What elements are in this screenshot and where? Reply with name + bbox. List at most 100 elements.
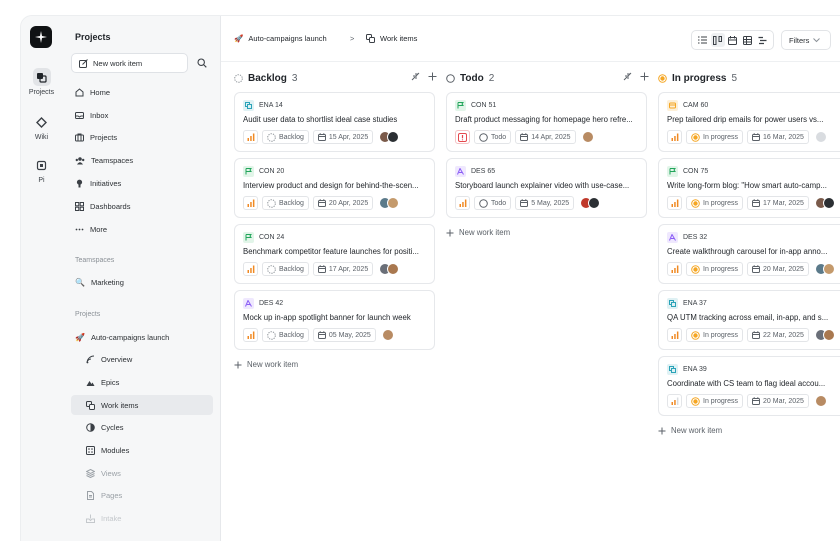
priority-icon[interactable] — [667, 262, 682, 276]
assignees[interactable] — [814, 131, 827, 143]
calendar-layout-icon[interactable] — [726, 33, 740, 47]
sidebar-item-modules[interactable]: Modules — [71, 440, 213, 460]
due-date[interactable]: 17 Mar, 2025 — [747, 196, 809, 210]
due-date[interactable]: 16 Mar, 2025 — [747, 130, 809, 144]
search-button[interactable] — [192, 53, 212, 73]
work-item-card[interactable]: DES 42 Mock up in-app spotlight banner fo… — [234, 290, 435, 350]
state-dropdown[interactable]: In progress — [686, 262, 744, 276]
work-item-card[interactable]: CON 24 Benchmark competitor feature launc… — [234, 224, 435, 284]
rail-item-pi[interactable]: Pi — [21, 156, 62, 184]
priority-icon[interactable] — [667, 394, 682, 408]
sidebar-item-inbox[interactable]: Inbox — [71, 105, 213, 125]
new-work-item-button[interactable]: New work item — [71, 53, 188, 73]
state-dropdown[interactable]: Backlog — [262, 328, 309, 342]
sidebar-item-epics[interactable]: Epics — [71, 372, 213, 392]
urgent-priority-icon[interactable] — [455, 130, 470, 144]
sidebar-item-projects[interactable]: Projects — [71, 127, 213, 147]
breadcrumb-project[interactable]: 🚀 Auto-campaigns launch — [234, 34, 327, 43]
collapse-icon[interactable] — [623, 72, 632, 84]
state-dropdown[interactable]: In progress — [686, 196, 744, 210]
assignees[interactable] — [379, 197, 400, 209]
add-work-item-button[interactable]: New work item — [658, 426, 722, 435]
add-icon[interactable] — [428, 72, 437, 84]
priority-icon[interactable] — [667, 328, 682, 342]
sidebar-item-initiatives[interactable]: Initiatives — [71, 173, 213, 193]
sidebar-item-more[interactable]: More — [71, 219, 213, 239]
state-icon — [691, 396, 700, 406]
assignees[interactable] — [581, 131, 594, 143]
sidebar-item-cycles[interactable]: Cycles — [71, 417, 213, 437]
work-item-card[interactable]: DES 65 Storyboard launch explainer video … — [446, 158, 647, 218]
work-item-card[interactable]: CON 20 Interview product and design for b… — [234, 158, 435, 218]
sidebar-item-project[interactable]: 🚀 Auto-campaigns launch — [71, 327, 213, 347]
due-date[interactable]: 20 Mar, 2025 — [747, 262, 809, 276]
due-date[interactable]: 20 Mar, 2025 — [747, 394, 809, 408]
rail-item-wiki[interactable]: Wiki — [21, 113, 62, 141]
sidebar-item-marketing[interactable]: 🔍 Marketing — [71, 272, 213, 292]
kanban-layout-icon[interactable] — [710, 33, 725, 47]
breadcrumb-work-items[interactable]: Work items — [366, 34, 417, 43]
state-dropdown[interactable]: Todo — [474, 130, 512, 144]
list-layout-icon[interactable] — [696, 33, 710, 47]
work-item-card[interactable]: DES 32 Create walkthrough carousel for in… — [658, 224, 840, 284]
sidebar-item-views[interactable]: Views — [71, 463, 213, 483]
state-dropdown[interactable]: In progress — [686, 130, 744, 144]
add-work-item-button[interactable]: New work item — [446, 228, 510, 237]
work-item-card[interactable]: ENA 37 QA UTM tracking across email, in-a… — [658, 290, 840, 350]
priority-icon[interactable] — [667, 130, 682, 144]
sidebar-item-pages[interactable]: Pages — [71, 485, 213, 505]
due-date[interactable]: 05 May, 2025 — [312, 328, 376, 342]
plane-logo[interactable] — [30, 26, 52, 48]
filters-button[interactable]: Filters — [781, 30, 831, 50]
work-item-card[interactable]: CAM 60 Prep tailored drip emails for powe… — [658, 92, 840, 152]
calendar-icon — [317, 133, 326, 141]
search-icon — [197, 58, 207, 68]
work-item-properties: In progress 16 Mar, 2025 — [667, 130, 827, 144]
priority-icon[interactable] — [243, 328, 258, 342]
state-dropdown[interactable]: Backlog — [262, 130, 309, 144]
assignees[interactable] — [379, 263, 400, 275]
due-date[interactable]: 22 Mar, 2025 — [747, 328, 809, 342]
work-item-card[interactable]: ENA 39 Coordinate with CS team to flag id… — [658, 356, 840, 416]
priority-icon[interactable] — [243, 262, 258, 276]
work-item-id-row: CAM 60 — [667, 100, 708, 111]
spreadsheet-layout-icon[interactable] — [741, 33, 755, 47]
assignees[interactable] — [814, 263, 835, 275]
due-date[interactable]: 17 Apr, 2025 — [312, 262, 374, 276]
due-date[interactable]: 14 Apr, 2025 — [515, 130, 576, 144]
due-date[interactable]: 20 Apr, 2025 — [312, 196, 374, 210]
add-icon[interactable] — [640, 72, 649, 84]
state-dropdown[interactable]: Todo — [474, 196, 512, 210]
rail-item-projects[interactable]: Projects — [21, 68, 62, 96]
assignees[interactable] — [814, 197, 835, 209]
add-work-item-button[interactable]: New work item — [234, 360, 298, 369]
sidebar-item-work-items[interactable]: Work items — [71, 395, 213, 415]
sidebar-item-home[interactable]: Home — [71, 82, 213, 102]
priority-icon[interactable] — [243, 196, 258, 210]
state-dropdown[interactable]: In progress — [686, 328, 744, 342]
state-dropdown[interactable]: In progress — [686, 394, 744, 408]
work-item-card[interactable]: ENA 14 Audit user data to shortlist ideal… — [234, 92, 435, 152]
work-item-card[interactable]: CON 51 Draft product messaging for homepa… — [446, 92, 647, 152]
sidebar-item-overview[interactable]: Overview — [71, 349, 213, 369]
due-date[interactable]: 15 Apr, 2025 — [312, 130, 374, 144]
priority-icon[interactable] — [455, 196, 470, 210]
priority-icon[interactable] — [243, 130, 258, 144]
sidebar-item-dashboards[interactable]: Dashboards — [71, 196, 213, 216]
assignees[interactable] — [580, 197, 601, 209]
collapse-icon[interactable] — [411, 72, 420, 84]
state-dropdown[interactable]: Backlog — [262, 196, 309, 210]
assignees[interactable] — [381, 329, 394, 341]
due-date[interactable]: 5 May, 2025 — [515, 196, 575, 210]
priority-icon[interactable] — [667, 196, 682, 210]
state-dropdown[interactable]: Backlog — [262, 262, 309, 276]
work-items-icon — [366, 34, 375, 43]
column-count: 3 — [291, 72, 298, 84]
work-item-card[interactable]: CON 75 Write long-form blog: "How smart a… — [658, 158, 840, 218]
assignees[interactable] — [814, 329, 835, 341]
assignees[interactable] — [379, 131, 400, 143]
assignees[interactable] — [814, 395, 827, 407]
sidebar-item-teamspaces[interactable]: Teamspaces — [71, 150, 213, 170]
sidebar-item-intake[interactable]: Intake — [71, 508, 213, 528]
gantt-layout-icon[interactable] — [756, 33, 770, 47]
